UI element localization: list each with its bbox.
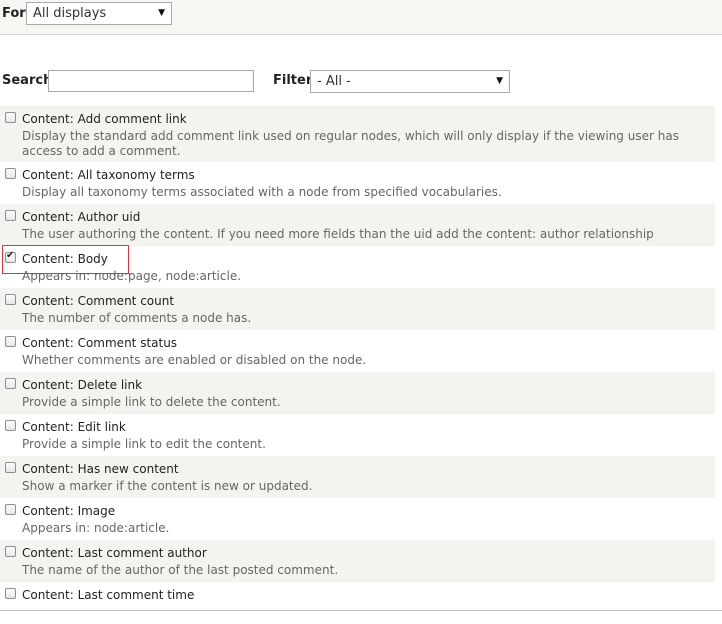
field-checkbox[interactable] [5,294,16,305]
list-item: Content: Last comment time [0,582,715,624]
field-title[interactable]: Content: Last comment time [22,588,715,603]
bottom-divider [0,610,722,611]
list-item: Content: Add comment link Display the st… [0,106,715,162]
field-checkbox[interactable] [5,112,16,123]
list-item: Content: Body Appears in: node:page, nod… [0,245,715,288]
for-display-select-value: All displays [33,6,107,21]
filter-select[interactable]: - All - ▼ [310,70,510,93]
field-title[interactable]: Content: Add comment link [22,112,715,127]
field-checkbox[interactable] [5,588,16,599]
filter-select-value: - All - [317,74,351,89]
field-description: Whether comments are enabled or disabled… [22,353,367,367]
list-item: Content: Comment status Whether comments… [0,330,715,372]
chevron-down-icon: ▼ [158,8,165,18]
display-selector-bar: For All displays ▼ [0,0,722,35]
field-description: Provide a simple link to edit the conten… [22,437,266,451]
field-checkbox[interactable] [5,504,16,515]
field-title[interactable]: Content: Delete link [22,378,715,393]
field-title[interactable]: Content: Comment count [22,294,715,309]
field-description: Display all taxonomy terms associated wi… [22,185,502,199]
field-title[interactable]: Content: Last comment author [22,546,715,561]
list-item: Content: Edit link Provide a simple link… [0,414,715,456]
field-description: The number of comments a node has. [22,311,252,325]
field-description: The user authoring the content. If you n… [22,227,654,241]
for-label: For [2,6,26,21]
chevron-down-icon: ▼ [496,76,503,86]
field-description: The name of the author of the last poste… [22,563,339,577]
field-checkbox-checked[interactable] [5,250,16,263]
search-label: Search [2,73,53,88]
field-title[interactable]: Content: Image [22,504,715,519]
list-item: Content: Last comment author The name of… [0,540,715,582]
for-display-select[interactable]: All displays ▼ [26,2,172,25]
list-item: Content: Comment count The number of com… [0,288,715,330]
field-checkbox[interactable] [5,336,16,347]
field-checkbox[interactable] [5,462,16,473]
list-item: Content: Image Appears in: node:article. [0,498,715,540]
field-checkbox[interactable] [5,168,16,179]
field-title[interactable]: Content: Has new content [22,462,715,477]
field-description: Provide a simple link to delete the cont… [22,395,281,409]
search-input[interactable] [48,70,254,92]
field-description: Appears in: node:article. [22,521,170,535]
field-checkbox[interactable] [5,546,16,557]
field-checkbox[interactable] [5,420,16,431]
field-title[interactable]: Content: Edit link [22,420,715,435]
field-description: Show a marker if the content is new or u… [22,479,313,493]
list-item: Content: All taxonomy terms Display all … [0,162,715,204]
list-item: Content: Author uid The user authoring t… [0,204,715,246]
list-item: Content: Has new content Show a marker i… [0,456,715,498]
filter-label: Filter [273,73,313,88]
field-description: Display the standard add comment link us… [22,129,679,158]
selection-highlight [2,245,129,274]
field-title[interactable]: Content: Comment status [22,336,715,351]
field-checkbox[interactable] [5,378,16,389]
field-checkbox[interactable] [5,210,16,221]
field-list: Content: Add comment link Display the st… [0,106,715,624]
field-title[interactable]: Content: All taxonomy terms [22,168,715,183]
field-title[interactable]: Content: Author uid [22,210,715,225]
list-item: Content: Delete link Provide a simple li… [0,372,715,414]
